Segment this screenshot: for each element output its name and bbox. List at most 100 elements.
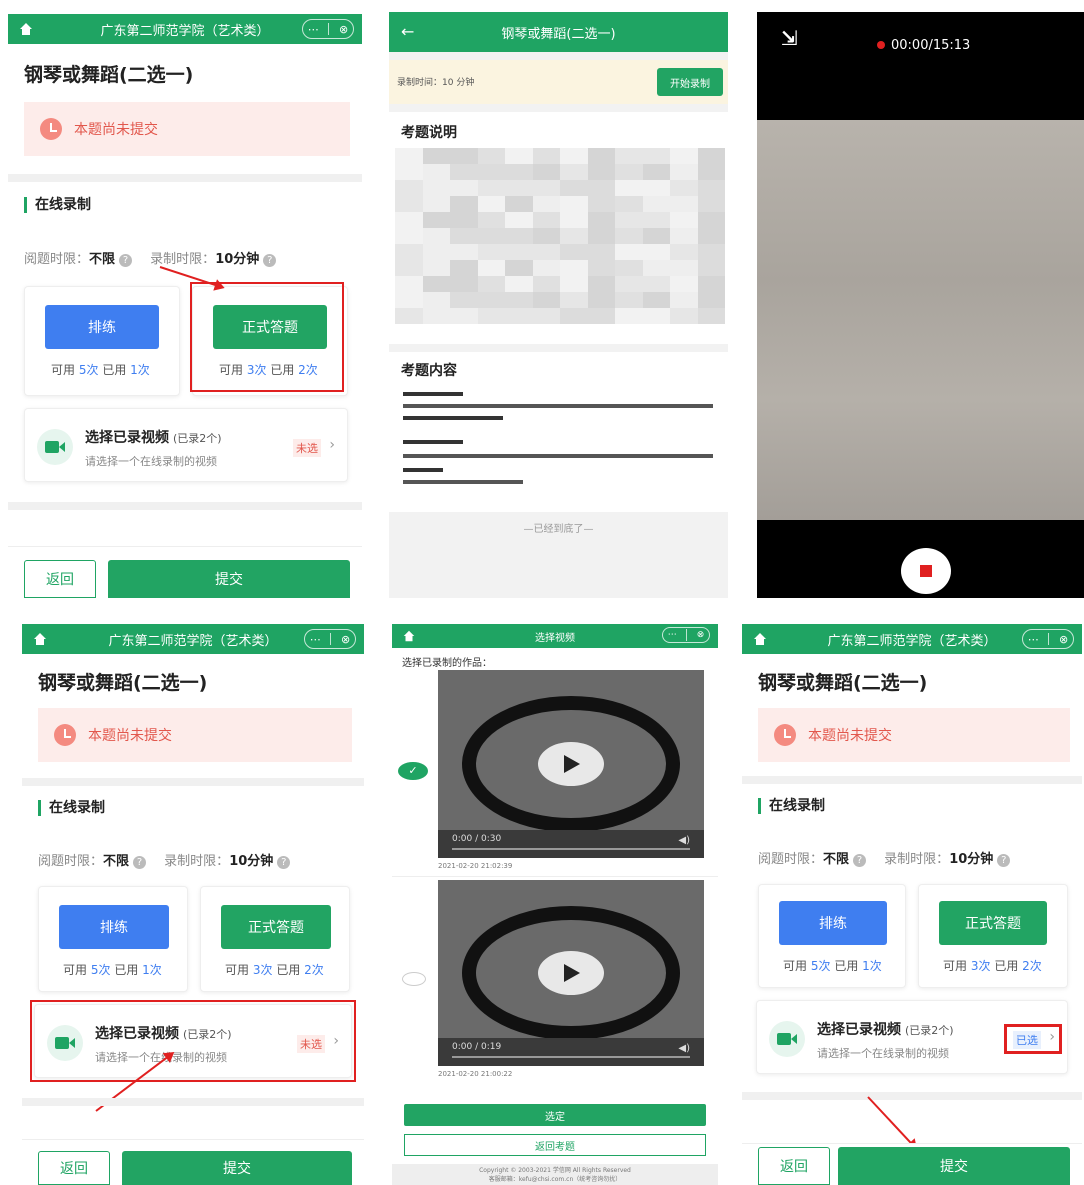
time-limits: 阅题时限：不限? 录制时限：10分钟? <box>24 248 290 267</box>
video-camera-icon <box>769 1021 805 1057</box>
video-row-title: 选择已录视频 <box>85 430 169 446</box>
volume-icon[interactable]: ◀) <box>678 835 690 846</box>
status-notice: 本题尚未提交 <box>24 102 350 156</box>
confirm-button[interactable]: 选定 <box>404 1104 706 1126</box>
info-header: ← 钢琴或舞蹈(二选一) <box>389 12 728 52</box>
more-icon[interactable]: ⋯ <box>1028 633 1039 646</box>
formal-usage: 可用 3次 已用 2次 <box>225 963 324 977</box>
recording-dot-icon <box>877 41 885 49</box>
contact-text: 客服邮箱：kefu@chsi.com.cn（统考咨询勿扰） <box>488 1176 622 1183</box>
picker-prompt: 选择已录制的作品： <box>402 658 492 669</box>
info-header-title: 钢琴或舞蹈(二选一) <box>501 26 616 42</box>
formal-card: 正式答题 可用 3次 已用 2次 <box>918 884 1068 988</box>
formal-card: 正式答题 可用 3次 已用 2次 <box>200 886 350 992</box>
header-title: 广东第二师范学院（艺术类） <box>100 23 270 39</box>
formal-answer-button[interactable]: 正式答题 <box>221 905 331 949</box>
clock-icon <box>54 724 76 746</box>
home-icon[interactable] <box>752 631 768 647</box>
submit-button[interactable]: 提交 <box>838 1147 1070 1185</box>
rec-time-text: 录制时间：10 分钟 <box>397 78 475 88</box>
practice-usage: 可用 5次 已用 1次 <box>51 363 150 377</box>
mini-program-capsule[interactable]: ⋯ ⊗ <box>1022 629 1074 649</box>
section-title: 在线录制 <box>38 800 105 816</box>
rec-time-bar: 录制时间：10 分钟 开始录制 <box>389 60 728 104</box>
close-icon[interactable]: ⊗ <box>1059 633 1068 646</box>
help-icon[interactable]: ? <box>277 856 291 869</box>
video-picker-panel: 选择视频 ⋯ ⊗ 选择已录制的作品： ✓ 0:00 / 0:30 ◀) 2021… <box>392 624 718 1185</box>
home-icon[interactable] <box>402 629 416 643</box>
play-icon[interactable] <box>538 951 604 995</box>
video-date: 2021-02-20 21:02:39 <box>438 862 513 870</box>
notice-text: 本题尚未提交 <box>808 728 892 744</box>
practice-card: 排练 可用 5次 已用 1次 <box>24 286 180 396</box>
clock-icon <box>40 118 62 140</box>
chevron-right-icon: › <box>329 437 335 453</box>
exit-fullscreen-icon[interactable]: ⇲ <box>781 26 798 50</box>
video-thumbnail[interactable]: 0:00 / 0:19 ◀) <box>438 880 704 1066</box>
more-icon[interactable]: ⋯ <box>308 23 319 36</box>
status-notice: 本题尚未提交 <box>38 708 352 762</box>
stop-record-button[interactable] <box>901 548 951 594</box>
section-title: 在线录制 <box>758 798 825 814</box>
back-button[interactable]: 返回 <box>38 1151 110 1185</box>
question-title: 钢琴或舞蹈(二选一) <box>758 672 928 694</box>
mini-program-capsule[interactable]: ⋯ ⊗ <box>304 629 356 649</box>
home-icon[interactable] <box>18 21 34 37</box>
exam-page-panel-1: 广东第二师范学院（艺术类） ⋯ ⊗ 钢琴或舞蹈(二选一) 本题尚未提交 在线录制… <box>8 14 362 598</box>
highlight-box <box>1004 1024 1062 1054</box>
practice-card: 排练 可用 5次 已用 1次 <box>38 886 188 992</box>
description-block: 考题说明 <box>389 112 728 344</box>
practice-button[interactable]: 排练 <box>45 305 159 349</box>
help-icon[interactable]: ? <box>853 854 867 867</box>
status-notice: 本题尚未提交 <box>758 708 1070 762</box>
more-icon[interactable]: ⋯ <box>310 633 321 646</box>
play-icon[interactable] <box>538 742 604 786</box>
highlight-box <box>190 282 344 392</box>
exam-page-panel-2: 广东第二师范学院（艺术类） ⋯ ⊗ 钢琴或舞蹈(二选一) 本题尚未提交 在线录制… <box>22 624 364 1185</box>
video-row-subtitle: 请选择一个在线录制的视频 <box>817 1047 949 1060</box>
help-icon[interactable]: ? <box>133 856 147 869</box>
exam-info-panel: ← 钢琴或舞蹈(二选一) 录制时间：10 分钟 开始录制 考题说明 考题内容 —… <box>389 12 728 598</box>
more-icon[interactable]: ⋯ <box>668 630 677 640</box>
footer-bar: 返回 提交 <box>742 1143 1082 1185</box>
close-icon[interactable]: ⊗ <box>339 23 348 36</box>
video-row-title: 选择已录视频 <box>817 1022 901 1038</box>
practice-usage: 可用 5次 已用 1次 <box>63 963 162 977</box>
help-icon[interactable]: ? <box>263 254 277 267</box>
record-timer: 00:00/15:13 <box>877 38 970 53</box>
select-video-row[interactable]: 选择已录视频 (已录2个) 请选择一个在线录制的视频 未选 › <box>24 408 348 482</box>
home-icon[interactable] <box>32 631 48 647</box>
notice-text: 本题尚未提交 <box>74 122 158 138</box>
practice-usage: 可用 5次 已用 1次 <box>783 959 882 973</box>
footer-bar: 返回 提交 <box>8 546 362 598</box>
app-header: 广东第二师范学院（艺术类） ⋯ ⊗ <box>742 624 1082 654</box>
annotation-arrow <box>867 1096 917 1149</box>
back-to-exam-button[interactable]: 返回考题 <box>404 1134 706 1156</box>
back-arrow-icon[interactable]: ← <box>401 22 414 41</box>
back-button[interactable]: 返回 <box>24 560 96 598</box>
volume-icon[interactable]: ◀) <box>678 1043 690 1054</box>
formal-answer-button[interactable]: 正式答题 <box>939 901 1047 945</box>
time-limits: 阅题时限：不限? 录制时限：10分钟? <box>38 850 304 869</box>
practice-button[interactable]: 排练 <box>59 905 169 949</box>
selected-check-icon[interactable]: ✓ <box>398 762 428 780</box>
header-title: 广东第二师范学院（艺术类） <box>827 633 997 649</box>
blurred-description <box>395 148 725 324</box>
close-icon[interactable]: ⊗ <box>341 633 350 646</box>
stop-icon <box>920 565 932 577</box>
close-icon[interactable]: ⊗ <box>697 630 705 640</box>
practice-button[interactable]: 排练 <box>779 901 887 945</box>
help-icon[interactable]: ? <box>119 254 133 267</box>
back-button[interactable]: 返回 <box>758 1147 830 1185</box>
unselected-radio-icon[interactable] <box>402 972 426 986</box>
mini-program-capsule[interactable]: ⋯ ⊗ <box>302 19 354 39</box>
mini-program-capsule[interactable]: ⋯ ⊗ <box>662 627 710 643</box>
picker-title: 选择视频 <box>535 632 575 644</box>
content-block: 考题内容 <box>389 352 728 512</box>
video-camera-icon <box>37 429 73 465</box>
video-thumbnail[interactable]: 0:00 / 0:30 ◀) <box>438 670 704 858</box>
start-record-button[interactable]: 开始录制 <box>657 68 723 96</box>
submit-button[interactable]: 提交 <box>108 560 350 598</box>
submit-button[interactable]: 提交 <box>122 1151 352 1185</box>
help-icon[interactable]: ? <box>997 854 1011 867</box>
